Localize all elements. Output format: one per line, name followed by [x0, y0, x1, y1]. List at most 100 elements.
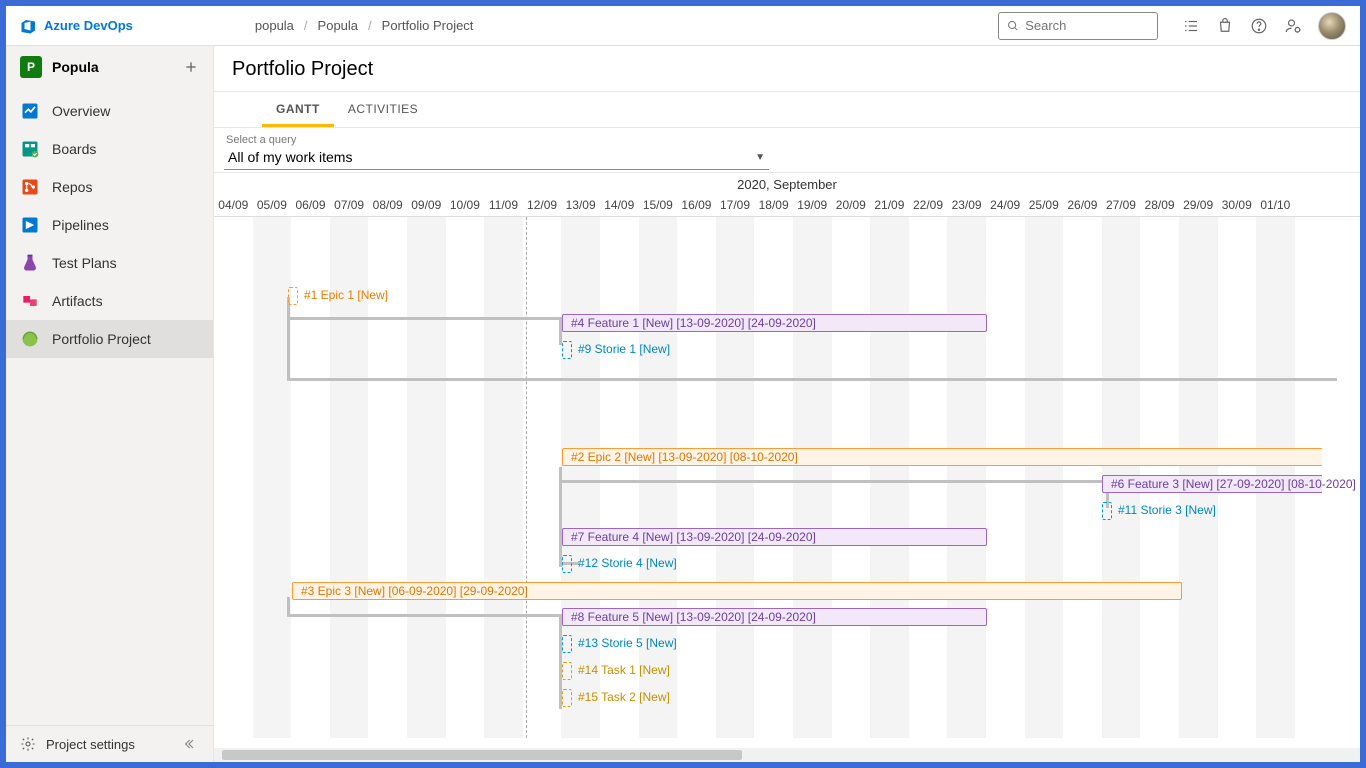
grid-column — [986, 217, 1025, 738]
nav: Overview Boards Repos Pipelines Test Pla… — [6, 88, 213, 358]
grid-column — [484, 217, 523, 738]
grid-column — [561, 217, 600, 738]
nav-overview[interactable]: Overview — [6, 92, 213, 130]
nav-repos[interactable]: Repos — [6, 168, 213, 206]
feature1-bar[interactable]: #4 Feature 1 [New] [13-09-2020] [24-09-2… — [562, 314, 987, 332]
help-icon[interactable] — [1250, 17, 1268, 35]
story-marker[interactable] — [1102, 502, 1112, 520]
epic2-label: #2 Epic 2 [New] [13-09-2020] [08-10-2020… — [571, 450, 798, 464]
main: Portfolio Project GANTT ACTIVITIES Selec… — [214, 46, 1360, 762]
nav-label: Artifacts — [52, 293, 103, 309]
story-marker[interactable] — [562, 635, 572, 653]
search-icon — [1007, 19, 1019, 33]
chevron-down-icon: ▼ — [755, 152, 765, 163]
nav-testplans[interactable]: Test Plans — [6, 244, 213, 282]
timeline-day: 22/09 — [909, 194, 948, 216]
nav-pipelines[interactable]: Pipelines — [6, 206, 213, 244]
timeline-day: 07/09 — [330, 194, 369, 216]
task-marker[interactable] — [562, 662, 572, 680]
gantt-body[interactable]: #1 Epic 1 [New] #4 Feature 1 [New] [13-0… — [214, 217, 1360, 748]
grid-column — [909, 217, 948, 738]
timeline-day: 15/09 — [639, 194, 678, 216]
grid-column — [1025, 217, 1064, 738]
story11-label[interactable]: #11 Storie 3 [New] — [1118, 503, 1216, 517]
user-settings-icon[interactable] — [1284, 17, 1302, 35]
grid-column — [600, 217, 639, 738]
app-shell: Azure DevOps popula / Popula / Portfolio… — [6, 6, 1360, 762]
grid-column — [677, 217, 716, 738]
boards-icon — [20, 139, 40, 159]
topbar: Azure DevOps popula / Popula / Portfolio… — [6, 6, 1360, 46]
pipelines-icon — [20, 215, 40, 235]
connector — [287, 378, 1337, 381]
add-icon[interactable] — [183, 59, 199, 75]
grid-column — [639, 217, 678, 738]
timeline-day: 29/09 — [1179, 194, 1218, 216]
nav-label: Boards — [52, 141, 96, 157]
story-marker[interactable] — [562, 555, 572, 573]
search-input[interactable] — [1025, 18, 1149, 33]
feature5-bar[interactable]: #8 Feature 5 [New] [13-09-2020] [24-09-2… — [562, 608, 987, 626]
story9-label[interactable]: #9 Storie 1 [New] — [578, 342, 670, 356]
crumb-org[interactable]: popula — [255, 18, 294, 33]
timeline-day: 06/09 — [291, 194, 330, 216]
timeline-day: 01/10 — [1256, 194, 1295, 216]
grid-column — [947, 217, 986, 738]
grid-column — [754, 217, 793, 738]
task15-label[interactable]: #15 Task 2 [New] — [578, 690, 670, 704]
page-title: Portfolio Project — [214, 46, 1360, 92]
marketplace-icon[interactable] — [1216, 17, 1234, 35]
h-scrollbar-thumb[interactable] — [222, 750, 742, 760]
timeline-day: 13/09 — [561, 194, 600, 216]
sidebar-footer: Project settings — [6, 725, 213, 762]
feature4-bar[interactable]: #7 Feature 4 [New] [13-09-2020] [24-09-2… — [562, 528, 987, 546]
nav-label: Overview — [52, 103, 110, 119]
connector — [287, 317, 562, 320]
feature3-bar[interactable]: #6 Feature 3 [New] [27-09-2020] [08-10-2… — [1102, 475, 1322, 493]
feature3-label: #6 Feature 3 [New] [27-09-2020] [08-10-2… — [1111, 477, 1356, 491]
crumb-project[interactable]: Popula — [318, 18, 358, 33]
grid-column — [716, 217, 755, 738]
nav-boards[interactable]: Boards — [6, 130, 213, 168]
nav-artifacts[interactable]: Artifacts — [6, 282, 213, 320]
story12-label[interactable]: #12 Storie 4 [New] — [578, 556, 677, 570]
story13-label[interactable]: #13 Storie 5 [New] — [578, 636, 677, 650]
epic3-bar[interactable]: #3 Epic 3 [New] [06-09-2020] [29-09-2020… — [292, 582, 1182, 600]
crumb-page[interactable]: Portfolio Project — [382, 18, 474, 33]
grid-column — [214, 217, 253, 738]
epic2-bar[interactable]: #2 Epic 2 [New] [13-09-2020] [08-10-2020… — [562, 448, 1322, 466]
collapse-icon[interactable] — [183, 736, 199, 752]
grid-column — [407, 217, 446, 738]
nav-label: Test Plans — [52, 255, 117, 271]
grid-column — [1063, 217, 1102, 738]
epic-marker[interactable] — [288, 287, 298, 305]
today-line — [526, 217, 527, 738]
nav-label: Portfolio Project — [52, 331, 151, 347]
query-select[interactable]: All of my work items ▼ — [224, 146, 769, 170]
grid-column — [793, 217, 832, 738]
project-name: Popula — [52, 59, 99, 75]
tab-activities[interactable]: ACTIVITIES — [334, 92, 432, 127]
epic1-label[interactable]: #1 Epic 1 [New] — [304, 288, 388, 302]
timeline-day: 27/09 — [1102, 194, 1141, 216]
timeline-day: 17/09 — [716, 194, 755, 216]
tab-gantt[interactable]: GANTT — [262, 92, 334, 127]
avatar[interactable] — [1318, 12, 1346, 40]
task-marker[interactable] — [562, 689, 572, 707]
gear-icon[interactable] — [20, 736, 36, 752]
gantt: 2020, September 04/0905/0906/0907/0908/0… — [214, 173, 1360, 762]
task14-label[interactable]: #14 Task 1 [New] — [578, 663, 670, 677]
timeline-day: 19/09 — [793, 194, 832, 216]
story-marker[interactable] — [562, 341, 572, 359]
nav-portfolio[interactable]: Portfolio Project — [6, 320, 213, 358]
grid-column — [253, 217, 292, 738]
h-scrollbar[interactable] — [214, 748, 1360, 762]
timeline-day: 04/09 — [214, 194, 253, 216]
testplans-icon — [20, 253, 40, 273]
work-items-icon[interactable] — [1182, 17, 1200, 35]
timeline-day: 25/09 — [1024, 194, 1063, 216]
repos-icon — [20, 177, 40, 197]
project-settings-label[interactable]: Project settings — [46, 737, 135, 752]
search-box[interactable] — [998, 12, 1158, 40]
brand[interactable]: Azure DevOps — [20, 17, 133, 35]
